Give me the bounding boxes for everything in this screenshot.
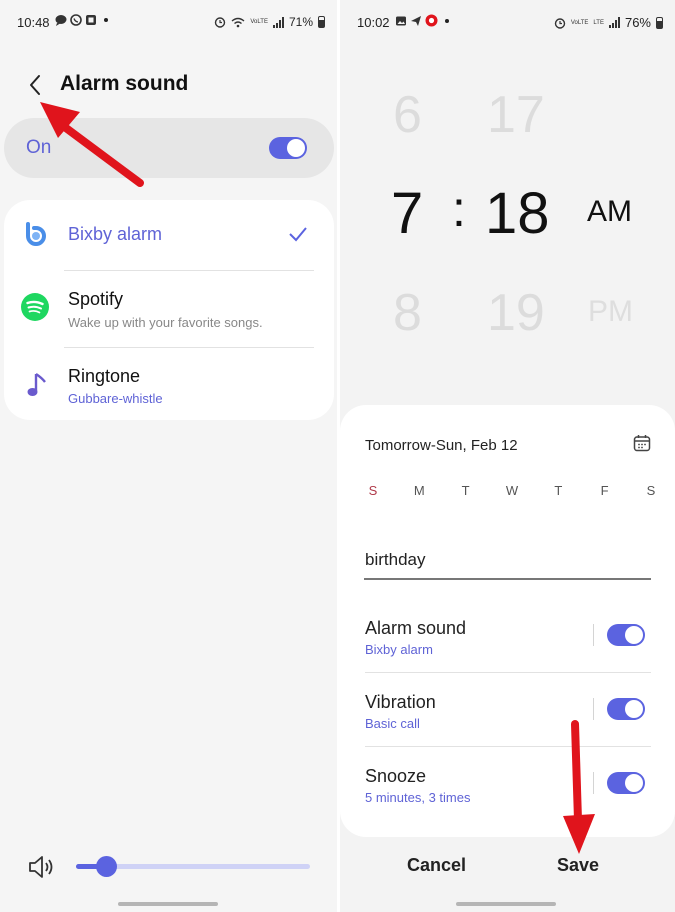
save-button[interactable]: Save [557,855,599,876]
notification-icons [55,14,108,26]
day-friday[interactable]: F [598,483,612,498]
day-thursday[interactable]: T [551,483,565,498]
list-item-label: Ringtone [68,366,141,386]
alarm-edit-screen: 10:02 VoLTE LTE 76% 6 17 7 : 18 AM 8 19 … [340,0,675,912]
option-divider [593,698,594,720]
alarm-sound-toggle[interactable] [607,624,645,646]
alarm-settings-sheet: Tomorrow-Sun, Feb 12 S M T W T F S birth… [340,405,675,837]
list-item-subtitle: Wake up with your favorite songs. [68,315,263,330]
status-right: VoLTE LTE 76% [554,15,663,30]
record-icon [425,14,438,27]
more-notifications-dot [445,18,449,23]
music-note-icon [27,373,46,396]
divider [365,746,651,747]
volume-icon [29,856,53,878]
gallery-icon [396,16,406,25]
option-subtitle: 5 minutes, 3 times [365,790,471,805]
chat-bubble-icon [55,15,67,26]
alarm-icon [215,17,226,28]
minute-next[interactable]: 19 [487,283,545,343]
alarm-icon [554,17,566,29]
day-wednesday[interactable]: W [505,483,519,498]
alarm-sound-screen: 10:48 VoLTE 71% Alarm sound On Bixby ala [0,0,337,912]
battery-percent: 76% [624,15,651,30]
home-indicator [118,902,218,906]
alarm-name-underline [364,578,651,580]
status-time: 10:02 [357,15,390,30]
app-notification-icon [86,15,96,25]
day-monday[interactable]: M [412,483,426,498]
battery-percent: 71% [288,15,313,29]
battery-icon [656,16,663,29]
signal-icon [608,17,620,28]
list-item-ringtone[interactable]: Ringtone Gubbare-whistle [4,348,334,420]
option-subtitle: Bixby alarm [365,642,433,657]
option-divider [593,624,594,646]
option-title: Snooze [365,766,427,786]
on-toggle-switch[interactable] [269,137,307,159]
status-bar: 10:48 VoLTE 71% [0,0,337,42]
minute-prev[interactable]: 17 [487,85,545,145]
volte-indicator: VoLTE [570,19,589,26]
ampm-next[interactable]: PM [588,295,633,329]
more-notifications-dot [104,18,108,22]
option-subtitle: Basic call [365,716,420,731]
list-item-spotify[interactable]: Spotify Wake up with your favorite songs… [4,271,334,347]
divider [365,672,651,673]
home-indicator [456,902,556,906]
time-separator: : [452,181,466,237]
red-pointer-arrow [563,720,595,854]
hour-prev[interactable]: 6 [393,85,422,145]
calendar-icon[interactable] [633,434,651,452]
alarm-date: Tomorrow-Sun, Feb 12 [365,437,518,454]
volte-indicator: VoLTE [250,19,268,25]
notification-icons [395,14,449,27]
list-item-subtitle: Gubbare-whistle [68,391,163,406]
signal-icon [272,16,284,28]
sound-source-list: Bixby alarm Spotify Wake up with your fa… [4,200,334,420]
red-pointer-arrow [40,102,144,187]
status-right: VoLTE 71% [214,15,325,29]
status-bar: 10:02 VoLTE LTE 76% [340,0,675,42]
alarm-name-field[interactable]: birthday [365,550,425,570]
whatsapp-icon [70,14,82,26]
list-item-label: Spotify [68,289,124,309]
snooze-toggle[interactable] [607,772,645,794]
checkmark-icon [289,227,307,242]
ampm-value[interactable]: AM [587,195,632,229]
minute-value[interactable]: 18 [485,180,550,247]
bixby-icon [26,222,46,246]
vibration-toggle[interactable] [607,698,645,720]
list-item-label: Bixby alarm [68,224,163,244]
status-time: 10:48 [17,15,50,30]
day-saturday[interactable]: S [644,483,658,498]
option-title: Alarm sound [365,618,467,638]
spotify-icon [21,293,49,321]
battery-icon [318,16,325,28]
volume-slider-handle[interactable] [96,856,117,877]
option-title: Vibration [365,692,436,712]
hour-value[interactable]: 7 [391,180,423,247]
list-item-bixby-alarm[interactable]: Bixby alarm [4,200,334,270]
send-icon [411,15,421,26]
hour-next[interactable]: 8 [393,283,422,343]
wifi-icon [231,17,245,27]
lte-indicator: LTE [593,19,604,26]
cancel-button[interactable]: Cancel [407,855,466,876]
weekday-selector: S M T W T F S [366,483,658,498]
day-tuesday[interactable]: T [459,483,473,498]
day-sunday[interactable]: S [366,483,380,498]
